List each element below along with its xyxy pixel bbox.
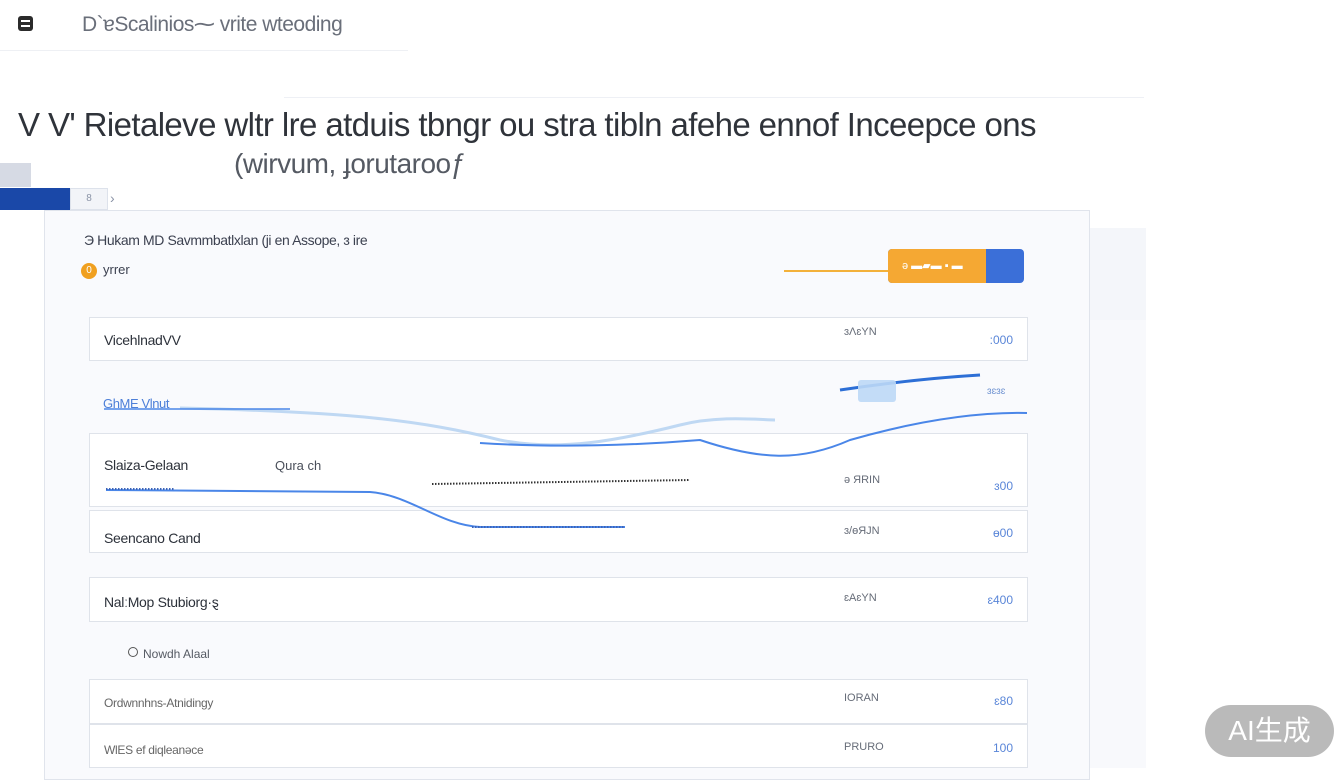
row-code: PRURO xyxy=(844,741,884,753)
row-value: 100 xyxy=(992,741,1013,755)
row-name: VicehlnadVV xyxy=(104,332,181,348)
table-row[interactable]: Ordwnnhns-Atnidingy IORAN ɛ80 xyxy=(89,679,1028,724)
top-bar: D`ɐScalinios⁓ vrite wteoding xyxy=(0,0,408,51)
table-row[interactable]: Seencano Cand ɜ/ɵЯJN ɵ00 xyxy=(89,510,1028,553)
series-label: GhME Vlnut xyxy=(103,396,170,411)
row-name: Ordwnnhns-Atnidingy xyxy=(104,696,214,710)
page-title: V V' Rietaleve wltr lre atduis tbngr ou … xyxy=(18,106,1037,143)
row-value: :000 xyxy=(989,333,1013,347)
row-name: NalːMop Stubiorg·ȿ xyxy=(104,594,219,610)
table-row[interactable]: VicehlnadVV ɜɅɛYN :000 xyxy=(89,317,1028,361)
tab-bar: 8 › xyxy=(0,188,120,210)
radio-label: Nowdh Alaal xyxy=(143,647,210,661)
row-name: Slaiza-Gelaan xyxy=(104,457,189,473)
primary-action-button[interactable]: ə ▬▰▬ ▪ ▬ xyxy=(888,249,1024,283)
row-code: ə ЯRIN xyxy=(844,474,881,486)
row-code: ɜɅɛYN xyxy=(844,326,877,338)
row-value: ɛ80 xyxy=(994,694,1013,708)
table-row[interactable]: WlES ef diqleanəce PRURO 100 xyxy=(89,724,1028,768)
row-name: WlES ef diqleanəce xyxy=(104,743,204,757)
progress-line xyxy=(784,270,890,272)
divider xyxy=(284,97,1144,98)
sidebar-toggle[interactable] xyxy=(0,163,31,187)
tab-active[interactable] xyxy=(0,188,70,210)
list-icon[interactable] xyxy=(18,16,33,31)
row-value: ɵ00 xyxy=(992,526,1013,540)
tab-second[interactable]: 8 xyxy=(70,188,108,210)
row-code: IORAN xyxy=(844,692,879,704)
table-row[interactable]: NalːMop Stubiorg·ȿ ɛAɛYN ɛ400 xyxy=(89,577,1028,622)
row-value: ɜ00 xyxy=(994,479,1013,493)
button-label: ə ▬▰▬ ▪ ▬ xyxy=(902,260,963,272)
watermark: AI生成 xyxy=(1205,705,1334,757)
panel-shadow xyxy=(1090,320,1146,768)
table-row[interactable]: Slaiza-Gelaan ə ЯRIN ɜ00 xyxy=(89,433,1028,507)
status-badge: 0 xyxy=(81,263,97,279)
row-extra-label: Qura ch xyxy=(275,458,322,473)
row-code: ɛAɛYN xyxy=(844,592,877,604)
row-value: ɛ400 xyxy=(987,593,1013,607)
status-text: yrrer xyxy=(103,262,130,277)
panel-caption: Э Hukam MD Savmmbatlxlan (ji en Assope, … xyxy=(84,232,368,248)
radio-button[interactable] xyxy=(128,647,138,657)
page-subtitle: (wirvum, ɟorutarooƒ xyxy=(234,148,466,179)
app-title: D`ɐScalinios⁓ vrite wteoding xyxy=(82,13,343,36)
row-code: ɜ/ɵЯJN xyxy=(844,525,880,537)
row-name: Seencano Cand xyxy=(104,530,201,546)
chevron-right-icon[interactable]: › xyxy=(110,190,115,206)
